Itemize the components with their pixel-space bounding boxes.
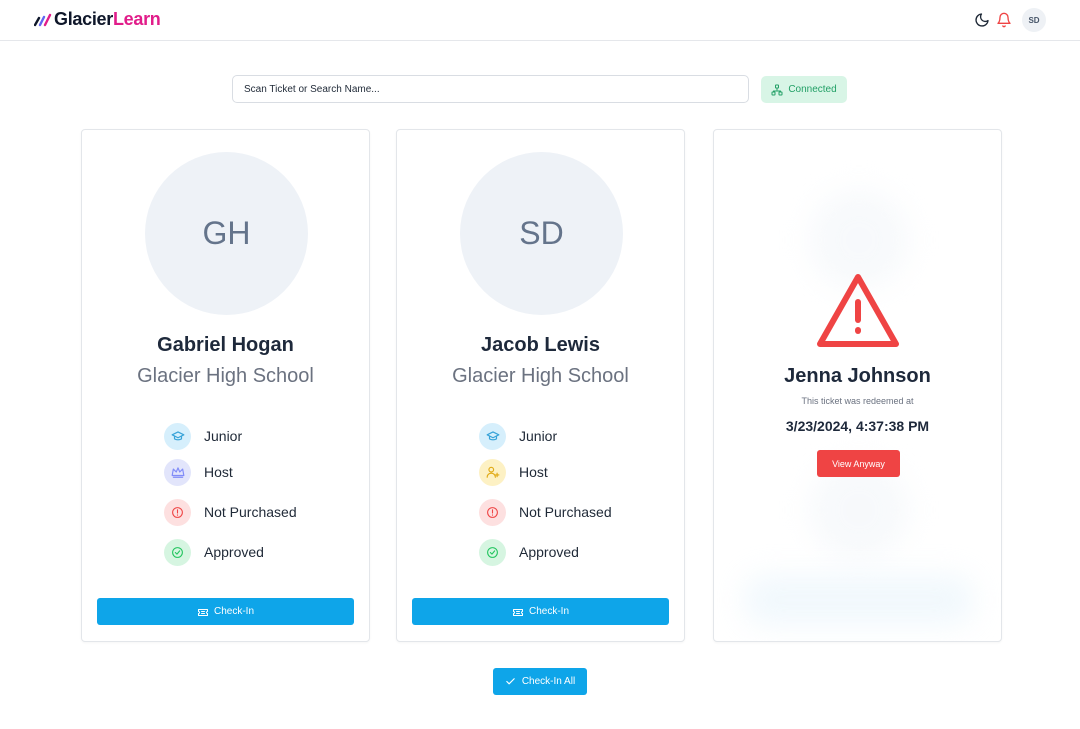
attendee-school: Glacier High School (137, 365, 314, 387)
check-circle-icon (479, 538, 506, 566)
ticket-icon (197, 608, 208, 616)
crown-icon (164, 458, 191, 486)
check-icon (506, 678, 515, 685)
check-in-all-label: Check-In All (521, 676, 576, 687)
network-icon (771, 84, 783, 95)
info-label: Approved (204, 544, 264, 560)
connection-status-badge: Connected (761, 76, 847, 103)
search-input[interactable] (232, 75, 749, 103)
check-in-button[interactable]: Check-In (412, 598, 669, 625)
info-label: Junior (204, 428, 243, 444)
info-row-purchase: Not Purchased (479, 498, 612, 526)
warning-triangle-icon (817, 274, 899, 347)
check-in-all-button[interactable]: Check-In All (493, 668, 587, 695)
check-in-button[interactable]: Check-In (97, 598, 354, 625)
alert-circle-icon (164, 498, 191, 526)
user-plus-icon (479, 458, 506, 486)
top-header: GlacierLearn SD (0, 0, 1080, 41)
alert-circle-icon (479, 498, 506, 526)
redeemed-attendee-name: Jenna Johnson (784, 365, 931, 387)
info-label: Not Purchased (519, 504, 612, 520)
info-row-role: Host (479, 458, 548, 486)
attendee-card-1: GH Gabriel Hogan Glacier High School Jun… (81, 129, 370, 642)
graduation-cap-icon (479, 422, 506, 450)
info-row-approval: Approved (164, 538, 264, 566)
moon-icon[interactable] (974, 12, 990, 28)
info-label: Not Purchased (204, 504, 297, 520)
connection-status-label: Connected (788, 84, 837, 95)
logo-text-part2: Learn (112, 9, 161, 29)
graduation-cap-icon (164, 422, 191, 450)
view-anyway-button[interactable]: View Anyway (817, 450, 900, 477)
attendee-avatar: GH (145, 152, 308, 315)
info-label: Junior (519, 428, 558, 444)
logo-text-part1: Glacier (54, 9, 113, 29)
bell-icon[interactable] (996, 12, 1012, 28)
info-label: Host (204, 464, 233, 480)
placeholder-blob (744, 575, 974, 625)
info-row-role: Host (164, 458, 233, 486)
logo-text: GlacierLearn (54, 9, 161, 30)
attendee-school: Glacier High School (452, 365, 629, 387)
info-row-grade: Junior (479, 422, 557, 450)
logo-mark-icon (34, 13, 52, 26)
logo[interactable]: GlacierLearn (34, 9, 161, 30)
info-row-approval: Approved (479, 538, 579, 566)
attendee-name: Gabriel Hogan (157, 334, 294, 356)
info-row-grade: Junior (164, 422, 242, 450)
attendee-name: Jacob Lewis (481, 334, 600, 356)
redeemed-note: This ticket was redeemed at (801, 396, 914, 406)
ticket-icon (512, 608, 523, 616)
info-row-purchase: Not Purchased (164, 498, 297, 526)
info-label: Host (519, 464, 548, 480)
attendee-card-2: SD Jacob Lewis Glacier High School Junio… (396, 129, 685, 642)
redeemed-timestamp: 3/23/2024, 4:37:38 PM (785, 418, 930, 434)
user-avatar[interactable]: SD (1022, 8, 1046, 32)
check-in-label: Check-In (213, 606, 254, 617)
check-in-label: Check-In (528, 606, 569, 617)
info-label: Approved (519, 544, 579, 560)
check-circle-icon (164, 538, 191, 566)
redeemed-ticket-card: Jenna Johnson This ticket was redeemed a… (713, 129, 1002, 642)
attendee-avatar: SD (460, 152, 623, 315)
